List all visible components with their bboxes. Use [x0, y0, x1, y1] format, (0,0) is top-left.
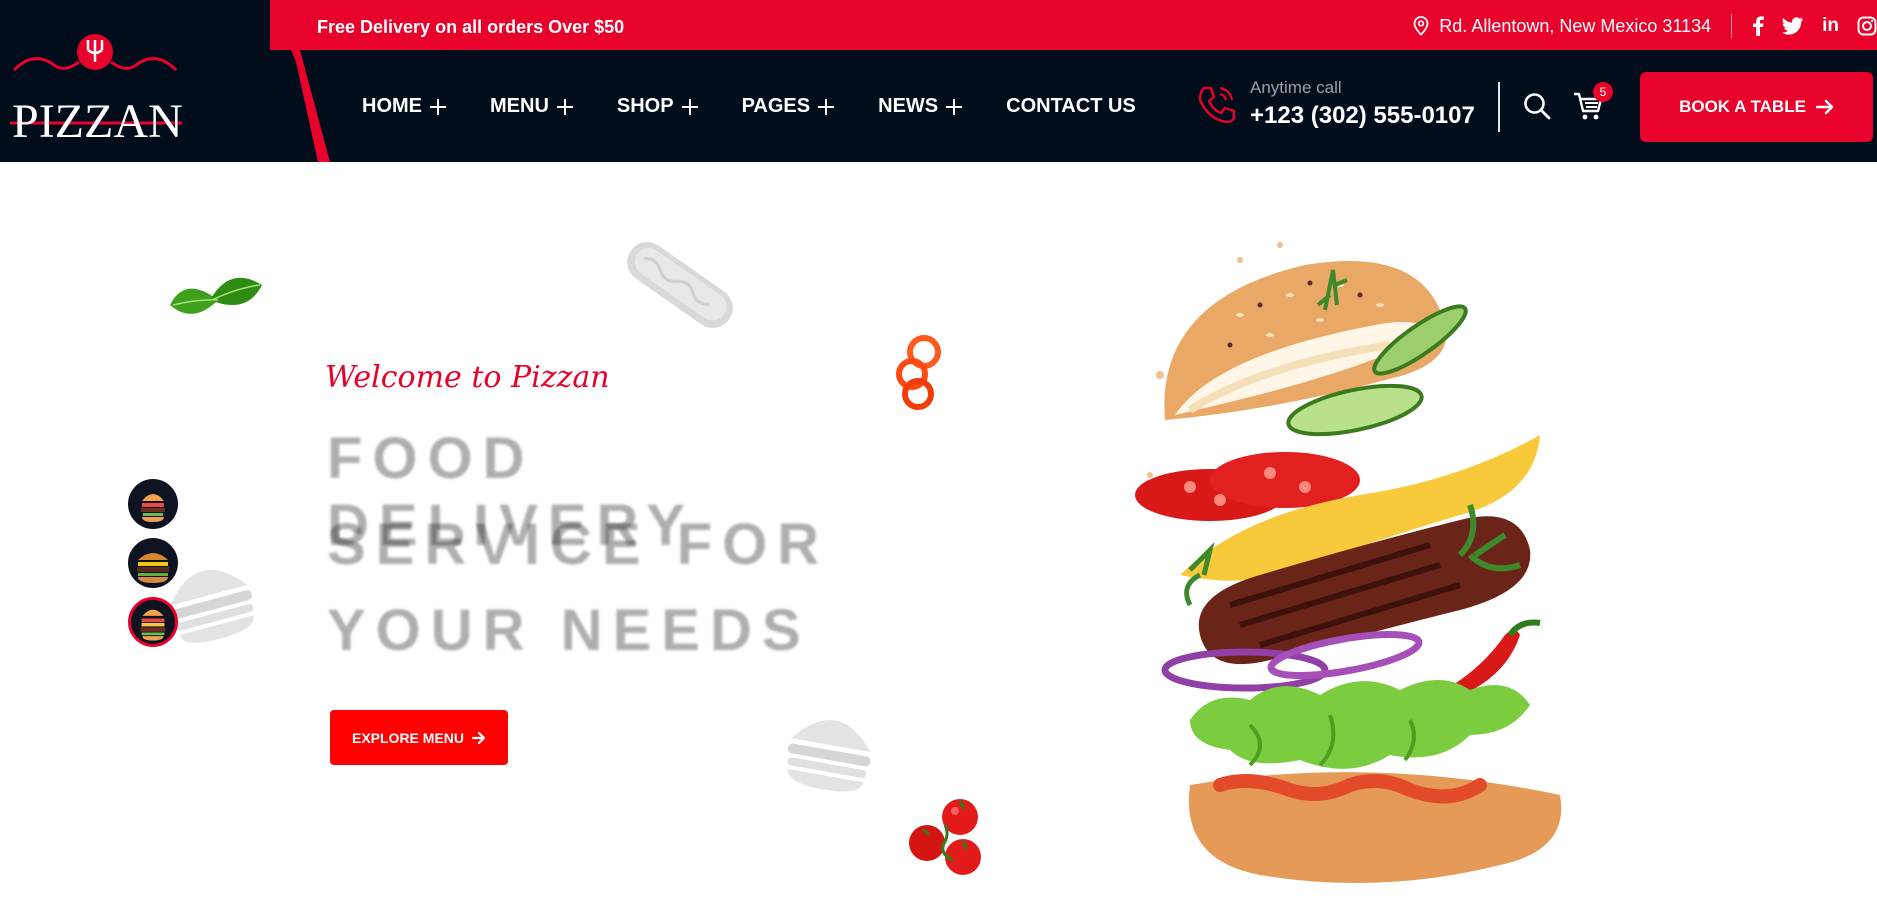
phone-number[interactable]: +123 (302) 555-0107 [1250, 102, 1475, 130]
social-links: in [1752, 15, 1877, 37]
call-text: Anytime call +123 (302) 555-0107 [1250, 78, 1475, 130]
burger-thumb-icon [137, 553, 169, 583]
phone-icon [1198, 86, 1236, 124]
nav-home-label: HOME [362, 95, 422, 117]
welcome-text: Welcome to Pizzan [325, 360, 610, 395]
slide-thumb-1[interactable] [128, 479, 178, 529]
nav-news-label: NEWS [878, 95, 939, 117]
cart-button[interactable]: 5 [1573, 82, 1613, 125]
main-nav: HOME MENU SHOP PAGES NEWS CONTACT US [362, 95, 1136, 118]
nav-menu-label: MENU [490, 95, 549, 117]
bell-pepper-icon [896, 335, 941, 410]
anytime-call[interactable]: Anytime call +123 (302) 555-0107 [1194, 78, 1475, 130]
burger-thumb-icon [141, 494, 165, 522]
slide-thumb-3[interactable] [128, 597, 178, 647]
nav-contact-label: CONTACT US [1006, 95, 1136, 117]
hero-headline: FOOD DELIVERY SERVICE FOR YOUR NEEDS [327, 425, 867, 683]
headline-line-2: SERVICE FOR [327, 512, 830, 577]
location-pin-icon [1413, 16, 1429, 36]
topbar-divider [1731, 14, 1733, 38]
facebook-icon[interactable] [1752, 16, 1765, 36]
explore-menu-button[interactable]: EXPLORE MENU [330, 710, 508, 765]
book-a-table-label: BOOK A TABLE [1679, 97, 1806, 116]
floating-burger-illustration [1135, 242, 1562, 883]
plus-icon [681, 98, 698, 115]
twitter-icon[interactable] [1782, 17, 1804, 35]
hotdog-silhouette-icon [627, 242, 733, 328]
site-header: PIZZAN Free Delivery on all orders Over … [0, 0, 1877, 162]
promo-text: Free Delivery on all orders Over $50 [317, 17, 625, 37]
plus-icon [430, 98, 446, 115]
instagram-icon[interactable] [1857, 16, 1877, 36]
nav-shop-label: SHOP [616, 95, 674, 117]
cart-count-badge: 5 [1593, 82, 1613, 102]
plus-icon [946, 98, 963, 115]
nav-shop[interactable]: SHOP [617, 95, 698, 118]
nav-pages[interactable]: PAGES [742, 95, 835, 118]
explore-menu-label: EXPLORE MENU [351, 729, 464, 746]
cherry-tomatoes-icon [909, 799, 981, 875]
nav-news[interactable]: NEWS [878, 95, 963, 118]
burger-thumb-icon [140, 609, 166, 641]
plus-icon [556, 98, 573, 115]
nav-home[interactable]: HOME [362, 95, 446, 118]
basil-leaf-icon [170, 277, 262, 314]
arrow-right-icon [1815, 99, 1834, 115]
arrow-right-icon [472, 731, 486, 744]
nav-contact[interactable]: CONTACT US [1006, 95, 1136, 118]
headline-line-1: FOOD DELIVERY [327, 426, 695, 558]
nav-pages-label: PAGES [741, 95, 811, 117]
logo-text: PIZZAN [12, 95, 183, 148]
address-text: Rd. Allentown, New Mexico 31134 [1439, 15, 1712, 36]
headline-line-3: YOUR NEEDS [327, 598, 811, 663]
topbar-right: Rd. Allentown, New Mexico 31134 in [1413, 14, 1877, 38]
call-label: Anytime call [1250, 78, 1342, 97]
nav-menu[interactable]: MENU [490, 95, 573, 118]
header-divider [1498, 82, 1500, 132]
search-icon[interactable] [1523, 92, 1551, 120]
slide-thumb-2[interactable] [128, 538, 178, 588]
address: Rd. Allentown, New Mexico 31134 [1413, 16, 1711, 37]
site-logo[interactable]: PIZZAN [4, 30, 186, 148]
plus-icon [818, 98, 835, 115]
burger-silhouette-icon [787, 720, 871, 792]
book-a-table-button[interactable]: BOOK A TABLE [1640, 72, 1873, 142]
linkedin-icon[interactable]: in [1822, 15, 1839, 37]
